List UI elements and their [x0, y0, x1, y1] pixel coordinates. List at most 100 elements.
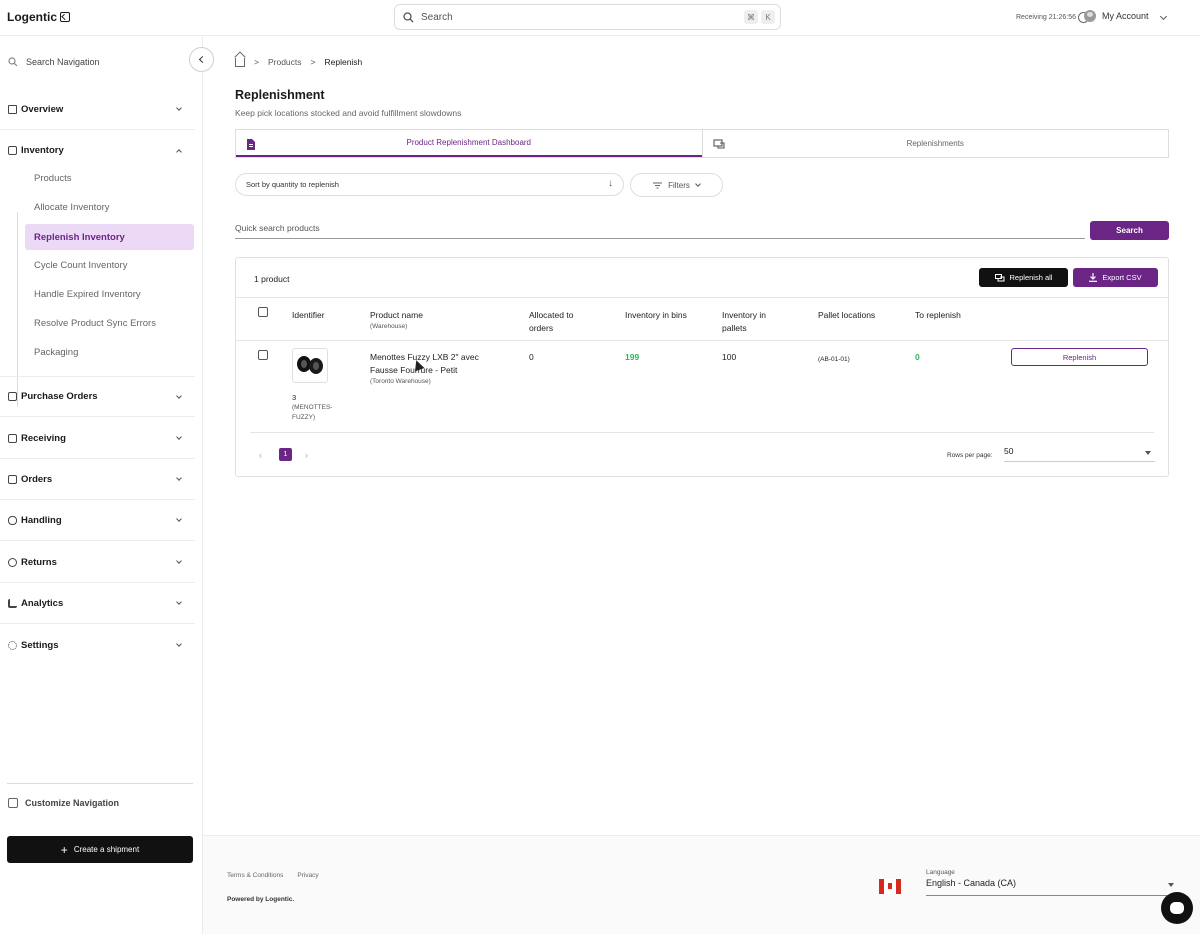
customize-checkbox[interactable] [8, 798, 18, 808]
sidebar-item-replenish-inventory[interactable]: Replenish Inventory [25, 224, 194, 250]
column-header-to-replenish[interactable]: To replenish [915, 309, 961, 322]
receiving-time: 21:26:56 [1048, 14, 1076, 21]
sort-select-value: Sort by quantity to replenish [246, 180, 339, 189]
nav-section-label: Inventory [21, 145, 64, 156]
gear-icon [8, 641, 17, 650]
breadcrumb: > Products > Replenish [235, 57, 362, 67]
sidebar-item-cycle-count[interactable]: Cycle Count Inventory [34, 260, 127, 271]
document-icon [247, 139, 255, 150]
hand-icon [8, 515, 17, 525]
nav-section-purchase-orders[interactable]: Purchase Orders [0, 376, 195, 417]
handcuffs-image [297, 356, 323, 374]
nav-section-analytics[interactable]: Analytics [0, 583, 195, 624]
receiving-timer[interactable]: Receiving 21:26:56 [1016, 12, 1089, 23]
replenish-all-button[interactable]: Replenish all [979, 268, 1068, 287]
chat-button[interactable] [1161, 892, 1193, 924]
account-label: My Account [1102, 11, 1149, 21]
column-header-sub: (Warehouse) [370, 323, 408, 330]
customize-navigation-toggle[interactable]: Customize Navigation [8, 798, 119, 808]
create-shipment-button[interactable]: + Create a shipment [7, 836, 193, 863]
rows-per-page-select[interactable]: 50 [1004, 446, 1155, 462]
collapse-sidebar-button[interactable] [189, 47, 214, 72]
column-header-product-name[interactable]: Product name (Warehouse) [370, 309, 423, 331]
chevron-left-icon [198, 55, 207, 64]
sidebar-item-allocate-inventory[interactable]: Allocate Inventory [34, 202, 110, 213]
sidebar-item-products[interactable]: Products [34, 173, 72, 184]
product-name[interactable]: Menottes Fuzzy LXB 2" avec Fausse Fourru… [370, 352, 479, 375]
nav-section-label: Handling [21, 514, 62, 526]
tab-replenishments[interactable]: Replenishments [701, 130, 1169, 157]
divider [236, 340, 1168, 341]
chevron-down-icon [176, 641, 182, 647]
language-label: Language [926, 869, 955, 876]
nav-search-field[interactable]: Search Navigation [8, 54, 188, 70]
nav-section-overview[interactable]: Overview [0, 89, 195, 130]
search-icon [8, 57, 18, 67]
sort-select[interactable]: Sort by quantity to replenish ↓ [235, 173, 624, 196]
select-all-checkbox[interactable] [258, 307, 268, 317]
page-subtitle: Keep pick locations stocked and avoid fu… [235, 108, 462, 118]
column-header-allocated[interactable]: Allocated to orders [529, 309, 599, 335]
search-icon [403, 11, 414, 22]
k-key-badge: K [761, 10, 775, 24]
chevron-down-icon [176, 599, 182, 605]
tab-label: Replenishments [906, 139, 964, 148]
product-warehouse: (Toronto Warehouse) [370, 378, 431, 385]
plus-icon: + [60, 842, 68, 857]
sidebar-item-handle-expired[interactable]: Handle Expired Inventory [34, 289, 141, 300]
chat-bubble-icon [1170, 902, 1184, 914]
global-search-input[interactable]: Search ⌘ K [394, 4, 781, 30]
top-bar: Logentic Search ⌘ K Receiving 21:26:56 M… [0, 0, 1200, 36]
pagination-page-1[interactable]: 1 [279, 448, 292, 461]
pagination-prev-button[interactable]: ‹ [259, 450, 262, 460]
column-header-identifier[interactable]: Identifier [292, 309, 325, 322]
replenish-button[interactable]: Replenish [1011, 348, 1148, 366]
home-icon[interactable] [235, 57, 245, 67]
document-icon [8, 474, 17, 484]
app-logo[interactable]: Logentic [7, 10, 70, 24]
row-inventory-bins: 199 [625, 352, 640, 362]
nav-section-handling[interactable]: Handling [0, 500, 195, 541]
nav-section-returns[interactable]: Returns [0, 542, 195, 583]
terms-link[interactable]: Terms & Conditions [227, 872, 283, 879]
nav-section-label: Settings [21, 640, 59, 651]
search-button[interactable]: Search [1090, 221, 1169, 240]
nav-section-label: Purchase Orders [21, 391, 98, 402]
chevron-down-icon [176, 516, 182, 522]
divider [7, 783, 193, 784]
quick-search-input[interactable]: Quick search products [235, 223, 1085, 239]
nav-section-label: Receiving [21, 432, 66, 444]
nav-section-settings[interactable]: Settings [0, 625, 195, 666]
column-header-inventory-pallets[interactable]: Inventory in pallets [722, 309, 784, 335]
filters-label: Filters [668, 180, 690, 190]
filters-button[interactable]: Filters [630, 173, 723, 197]
nav-section-orders[interactable]: Orders [0, 459, 195, 500]
chevron-down-icon [176, 558, 182, 564]
account-menu[interactable]: My Account [1084, 10, 1167, 22]
language-select[interactable]: English - Canada (CA) [926, 878, 1177, 896]
replenish-all-label: Replenish all [1009, 273, 1053, 282]
logo-text: Logentic [7, 10, 57, 24]
language-value: English - Canada (CA) [926, 878, 1017, 888]
nav-section-inventory[interactable]: Inventory [0, 130, 195, 171]
sidebar-item-packaging[interactable]: Packaging [34, 347, 78, 358]
breadcrumb-current: Replenish [324, 57, 363, 67]
nav-section-receiving[interactable]: Receiving [0, 418, 195, 459]
rows-per-page-value: 50 [1004, 446, 1014, 456]
pagination-next-button[interactable]: › [305, 450, 308, 460]
row-pallet-locations: (AB-01-01) [818, 356, 850, 363]
global-search-placeholder: Search [421, 11, 453, 23]
row-checkbox[interactable] [258, 350, 268, 360]
chevron-down-icon [1159, 12, 1167, 20]
tab-product-replenishment-dashboard[interactable]: Product Replenishment Dashboard [236, 130, 702, 157]
sidebar-item-resolve-sync-errors[interactable]: Resolve Product Sync Errors [34, 318, 156, 329]
divider [236, 297, 1168, 298]
row-to-replenish: 0 [915, 352, 920, 362]
export-csv-button[interactable]: Export CSV [1073, 268, 1158, 287]
column-header-inventory-bins[interactable]: Inventory in bins [625, 309, 687, 322]
column-header-pallet-locations[interactable]: Pallet locations [818, 309, 875, 322]
privacy-link[interactable]: Privacy [297, 872, 318, 879]
breadcrumb-products[interactable]: Products [268, 57, 302, 67]
nav-section-label: Analytics [21, 597, 64, 609]
caret-down-icon [1145, 451, 1151, 455]
